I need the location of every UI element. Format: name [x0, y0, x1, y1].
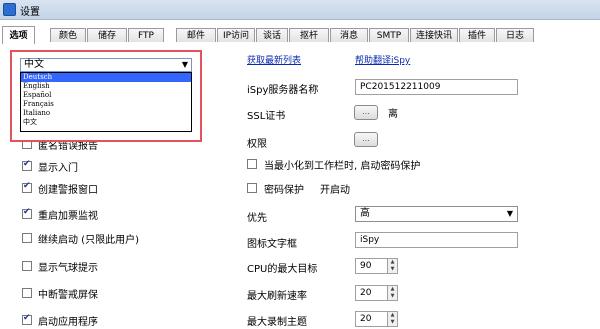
tab-connection-alerts[interactable]: 连接快讯 — [410, 28, 458, 42]
help-translate-link[interactable]: 帮助翻译iSpy — [355, 53, 410, 66]
show-balloon-tips-label: 显示气球提示 — [38, 263, 98, 274]
chevron-down-icon: ▼ — [181, 60, 188, 69]
language-select[interactable]: 中文 ▼ — [20, 58, 192, 72]
start-application-label: 启动应用程序 — [38, 317, 98, 328]
cpu-spinner[interactable]: ▲ ▼ — [388, 258, 398, 274]
run-on-startup-checkbox[interactable] — [22, 233, 32, 243]
server-name-input[interactable]: PC201512211009 — [355, 79, 518, 95]
permission-button[interactable]: ... — [354, 132, 378, 147]
tab-talk[interactable]: 谈话 — [256, 28, 288, 42]
interrupt-screensaver-checkbox[interactable] — [22, 288, 32, 298]
max-refresh-rate-input[interactable]: 20 — [355, 285, 388, 301]
language-option[interactable]: Français — [21, 100, 191, 109]
language-option[interactable]: English — [21, 82, 191, 91]
password-protect-checkbox[interactable] — [247, 183, 257, 193]
tray-icon-text-input[interactable]: iSpy — [355, 232, 518, 248]
startup-label: 开启动 — [320, 185, 350, 196]
tab-joystick[interactable]: 抠杆 — [289, 28, 329, 42]
language-options-list: Deutsch English Español Français Italian… — [20, 72, 192, 132]
password-protect-label: 密码保护 — [264, 185, 304, 196]
max-record-input[interactable]: 20 — [355, 311, 388, 327]
tab-email[interactable]: 邮件 — [176, 28, 216, 42]
server-name-label: iSpy服务器名称 — [247, 85, 319, 96]
language-option[interactable]: Deutsch — [21, 73, 191, 82]
language-option[interactable]: Italiano — [21, 109, 191, 118]
tab-ip-access[interactable]: IP访问 — [217, 28, 255, 42]
priority-value: 高 — [360, 208, 370, 219]
tray-icon-text-label: 图标文字框 — [247, 239, 297, 250]
show-balloon-tips-checkbox[interactable] — [22, 261, 32, 271]
minimize-password-label: 当最小化到工作栏时, 启动密码保护 — [264, 161, 421, 172]
record-spinner[interactable]: ▲ ▼ — [388, 311, 398, 327]
refresh-spinner[interactable]: ▲ ▼ — [388, 285, 398, 301]
title-bar: 设置 — [0, 0, 600, 20]
tab-messages[interactable]: 消息 — [330, 28, 368, 42]
language-dropdown-highlight: 中文 ▼ Deutsch English Español Français It… — [10, 50, 202, 142]
minimize-password-checkbox[interactable] — [247, 159, 257, 169]
show-getting-started-label: 显示入门 — [38, 163, 78, 174]
chevron-down-icon: ▼ — [506, 209, 513, 218]
language-option[interactable]: Español — [21, 91, 191, 100]
tab-bar: 选项 颜色 储存 FTP 邮件 IP访问 谈话 抠杆 消息 SMTP 连接快讯 … — [2, 26, 598, 44]
permission-label: 权限 — [247, 139, 267, 150]
cpu-max-target-input[interactable]: 90 — [355, 258, 388, 274]
tab-colors[interactable]: 颜色 — [50, 28, 86, 42]
tab-storage[interactable]: 储存 — [87, 28, 127, 42]
restart-monitoring-label: 重启加票监视 — [38, 211, 98, 222]
tab-log[interactable]: 日志 — [496, 28, 534, 42]
priority-select[interactable]: 高 ▼ — [355, 206, 518, 222]
show-getting-started-checkbox[interactable] — [22, 159, 32, 171]
run-on-startup-label: 继续启动 (只限此用户) — [38, 235, 139, 246]
tab-plugins[interactable]: 插件 — [459, 28, 495, 42]
ssl-status-text: 离 — [388, 109, 398, 120]
start-application-checkbox[interactable] — [22, 313, 32, 325]
tab-options[interactable]: 选项 — [2, 26, 35, 44]
window-title: 设置 — [20, 7, 40, 18]
get-latest-list-link[interactable]: 获取最新列表 — [247, 53, 301, 66]
ssl-certificate-label: SSL证书 — [247, 111, 286, 122]
ssl-certificate-button[interactable]: ... — [354, 105, 378, 120]
cpu-max-target-label: CPU的最大目标 — [247, 264, 318, 275]
create-alert-window-label: 创建警报窗口 — [38, 185, 98, 196]
interrupt-screensaver-label: 中断警戒屏保 — [38, 290, 98, 301]
restart-monitoring-checkbox[interactable] — [22, 207, 32, 219]
language-option[interactable]: 中文 — [21, 118, 191, 127]
app-icon — [3, 3, 16, 16]
tab-ftp[interactable]: FTP — [128, 28, 164, 42]
create-alert-window-checkbox[interactable] — [22, 181, 32, 193]
max-record-label: 最大录制主题 — [247, 317, 307, 328]
language-selected-value: 中文 — [24, 59, 44, 70]
max-refresh-rate-label: 最大刷新速率 — [247, 291, 307, 302]
tab-smtp[interactable]: SMTP — [369, 28, 409, 42]
priority-label: 优先 — [247, 213, 267, 224]
